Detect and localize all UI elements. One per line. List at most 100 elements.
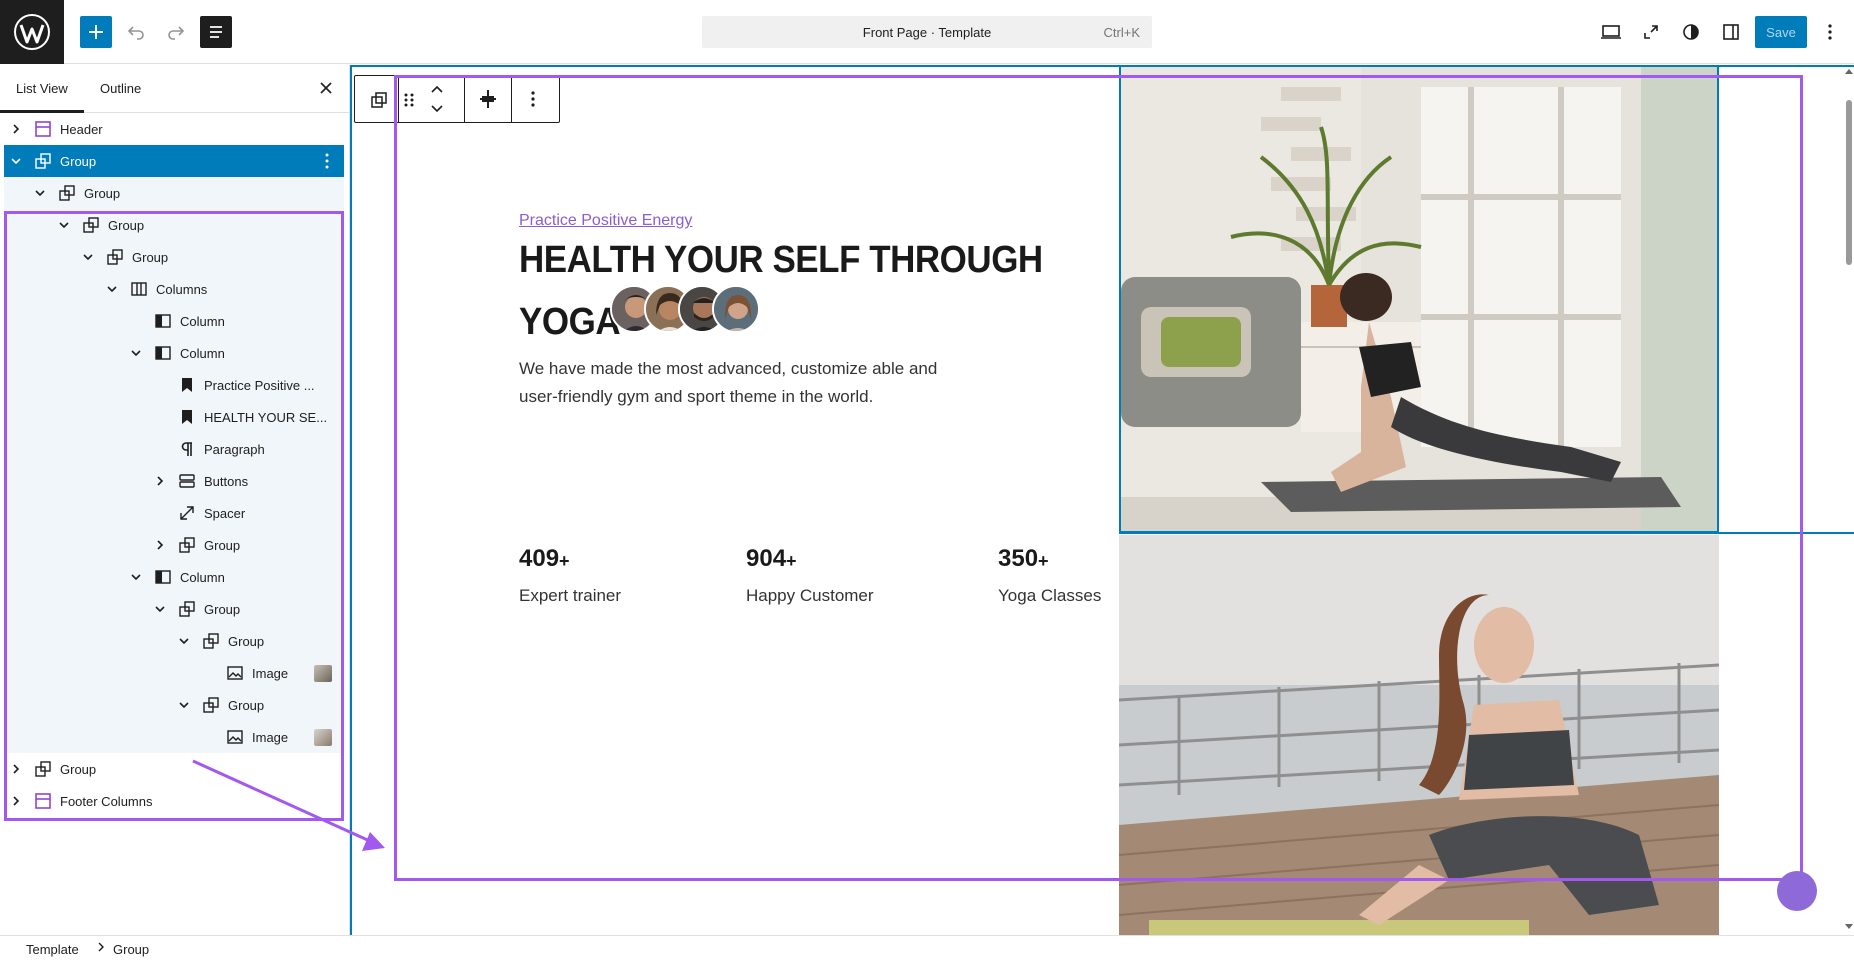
list-view-item-health-your-se[interactable]: HEALTH YOUR SE... bbox=[4, 401, 344, 433]
list-view-item-column[interactable]: Column bbox=[4, 305, 344, 337]
breadcrumb-group[interactable]: Group bbox=[113, 942, 149, 957]
chevron-down-icon[interactable] bbox=[10, 155, 22, 167]
list-view-item-header[interactable]: Header bbox=[4, 113, 344, 145]
more-options-icon[interactable] bbox=[530, 90, 536, 108]
undo-icon bbox=[127, 26, 144, 40]
list-view-item-footer-columns[interactable]: Footer Columns bbox=[4, 785, 344, 817]
chevron-right-icon[interactable] bbox=[10, 795, 22, 807]
sidebar-icon bbox=[1723, 24, 1739, 40]
command-palette-button[interactable]: Front Page · Template Ctrl+K bbox=[702, 16, 1152, 48]
chevron-down-icon[interactable] bbox=[130, 571, 142, 583]
row-options-icon[interactable] bbox=[318, 152, 336, 170]
hero-heading-line1[interactable]: HEALTH YOUR SELF THROUGH bbox=[519, 239, 1043, 282]
chevron-down-icon[interactable] bbox=[178, 699, 190, 711]
chevron-down-icon[interactable] bbox=[178, 635, 190, 647]
group-icon bbox=[35, 761, 51, 777]
avatar bbox=[712, 285, 760, 333]
redo-button[interactable] bbox=[160, 16, 192, 48]
list-view-item-label: Group bbox=[60, 762, 97, 777]
list-view-item-columns[interactable]: Columns bbox=[4, 273, 344, 305]
move-up-icon[interactable] bbox=[429, 82, 445, 96]
spacer-icon bbox=[180, 506, 194, 520]
external-link-icon bbox=[1644, 25, 1658, 39]
tab-list-view[interactable]: List View bbox=[16, 81, 68, 96]
list-view-item-group[interactable]: Group bbox=[4, 689, 344, 721]
settings-sidebar-button[interactable] bbox=[1715, 16, 1747, 48]
wordpress-logo-button[interactable] bbox=[0, 0, 64, 64]
scroll-down-icon[interactable] bbox=[1844, 923, 1854, 931]
list-view-item-label: Column bbox=[180, 314, 225, 329]
chevron-down-icon[interactable] bbox=[154, 603, 166, 615]
list-view-item-label: Spacer bbox=[204, 506, 246, 521]
list-view-item-group[interactable]: Group bbox=[4, 753, 344, 785]
chevron-down-icon[interactable] bbox=[130, 347, 142, 359]
group-icon bbox=[59, 185, 75, 201]
list-view-item-column[interactable]: Column bbox=[4, 561, 344, 593]
list-view-item-image[interactable]: Image bbox=[4, 657, 344, 689]
options-menu-button[interactable] bbox=[1814, 16, 1846, 48]
chevron-down-icon[interactable] bbox=[82, 251, 94, 263]
chevron-right-icon[interactable] bbox=[10, 123, 22, 135]
hero-heading-line2[interactable]: YOGA bbox=[519, 301, 621, 344]
list-view-item-paragraph[interactable]: Paragraph bbox=[4, 433, 344, 465]
list-view-item-group[interactable]: Group bbox=[4, 177, 344, 209]
chevron-down-icon[interactable] bbox=[58, 219, 70, 231]
image-thumbnail bbox=[314, 665, 332, 682]
chevron-right-icon[interactable] bbox=[10, 763, 22, 775]
list-view-item-group[interactable]: Group bbox=[4, 625, 344, 657]
list-view-item-buttons[interactable]: Buttons bbox=[4, 465, 344, 497]
list-view-item-group[interactable]: Group bbox=[4, 145, 344, 177]
yoga-seated-image bbox=[1119, 535, 1719, 935]
list-view-item-label: Paragraph bbox=[204, 442, 265, 457]
list-view-item-label: Group bbox=[132, 250, 169, 265]
list-view-item-label: Group bbox=[84, 186, 121, 201]
list-view-item-practice-positive[interactable]: Practice Positive ... bbox=[4, 369, 344, 401]
column-icon bbox=[155, 314, 171, 328]
template-part-icon bbox=[35, 793, 51, 809]
block-inserter-button[interactable] bbox=[80, 16, 112, 48]
bookmark-icon bbox=[182, 410, 192, 424]
contrast-icon bbox=[1683, 24, 1699, 40]
canvas-scrollbar[interactable] bbox=[1842, 65, 1854, 935]
chevron-right-icon[interactable] bbox=[154, 539, 166, 551]
image-icon bbox=[227, 730, 243, 744]
group-icon bbox=[203, 633, 219, 649]
save-button[interactable]: Save bbox=[1755, 16, 1807, 48]
styles-button[interactable] bbox=[1675, 16, 1707, 48]
list-view-item-spacer[interactable]: Spacer bbox=[4, 497, 344, 529]
editor-top-bar: Front Page · Template Ctrl+K Save bbox=[0, 0, 1854, 64]
image-thumbnail bbox=[314, 729, 332, 746]
chevron-down-icon[interactable] bbox=[106, 283, 118, 295]
stat-happy-customer-value: 904+ bbox=[746, 545, 797, 572]
yoga-photo-bottom[interactable] bbox=[1119, 535, 1719, 935]
yoga-photo-top[interactable] bbox=[1119, 65, 1719, 533]
list-view-item-group[interactable]: Group bbox=[4, 241, 344, 273]
list-view-sidebar: List View Outline Header Group Group Group G… bbox=[0, 65, 350, 935]
tab-outline[interactable]: Outline bbox=[100, 81, 141, 96]
paragraph-icon bbox=[181, 442, 192, 456]
document-overview-button[interactable] bbox=[200, 16, 232, 48]
scroll-thumb[interactable] bbox=[1846, 100, 1852, 265]
close-icon[interactable] bbox=[316, 78, 336, 98]
drag-handle-icon[interactable] bbox=[399, 90, 419, 110]
chevron-down-icon[interactable] bbox=[34, 187, 46, 199]
undo-button[interactable] bbox=[120, 16, 152, 48]
tagline-link[interactable]: Practice Positive Energy bbox=[519, 212, 692, 230]
breadcrumb-template[interactable]: Template bbox=[26, 942, 79, 957]
list-view-item-group[interactable]: Group bbox=[4, 209, 344, 241]
hero-description[interactable]: We have made the most advanced, customiz… bbox=[519, 355, 949, 411]
list-view-item-group[interactable]: Group bbox=[4, 593, 344, 625]
floating-action-dot[interactable] bbox=[1777, 871, 1817, 911]
desktop-icon bbox=[1601, 25, 1621, 39]
image-icon bbox=[227, 666, 243, 680]
list-view-item-group[interactable]: Group bbox=[4, 529, 344, 561]
device-preview-button[interactable] bbox=[1595, 16, 1627, 48]
justify-icon[interactable] bbox=[477, 88, 499, 110]
chevron-right-icon[interactable] bbox=[154, 475, 166, 487]
move-down-icon[interactable] bbox=[429, 102, 445, 116]
list-view-item-image[interactable]: Image bbox=[4, 721, 344, 753]
scroll-up-icon[interactable] bbox=[1844, 67, 1854, 75]
list-view-item-column[interactable]: Column bbox=[4, 337, 344, 369]
group-icon[interactable] bbox=[369, 90, 389, 110]
open-in-new-tab-button[interactable] bbox=[1635, 16, 1667, 48]
